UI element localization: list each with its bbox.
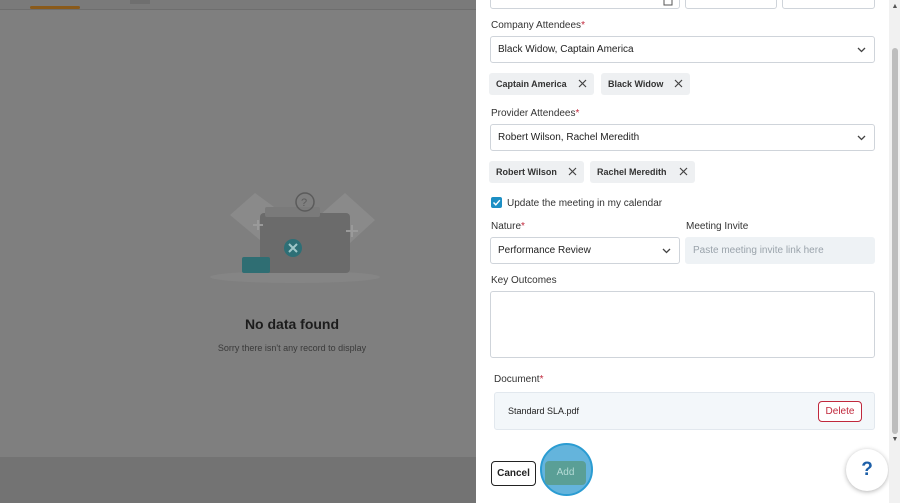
scroll-down-arrow-icon[interactable]: ▼ [891, 436, 899, 444]
meeting-invite-placeholder: Paste meeting invite link here [693, 245, 824, 256]
date-field[interactable] [490, 0, 680, 9]
remove-chip-icon[interactable] [568, 167, 577, 176]
key-outcomes-textarea[interactable] [490, 291, 875, 358]
chip-captain-america: Captain America [489, 73, 594, 95]
calendar-sync-checkbox[interactable] [491, 197, 502, 208]
company-attendees-value: Black Widow, Captain America [498, 44, 634, 55]
empty-state-illustration: ? [210, 192, 380, 283]
provider-attendees-label: Provider Attendees* [491, 108, 580, 119]
start-time-field[interactable] [685, 0, 777, 9]
svg-text:?: ? [301, 197, 307, 209]
document-file-name: Standard SLA.pdf [508, 406, 580, 416]
empty-state-subtitle: Sorry there isn't any record to display [217, 343, 367, 353]
chip-black-widow: Black Widow [601, 73, 690, 95]
key-outcomes-label: Key Outcomes [491, 275, 557, 286]
provider-attendees-select[interactable]: Robert Wilson, Rachel Meredith [490, 124, 875, 151]
delete-document-button[interactable]: Delete [818, 401, 862, 422]
nature-select[interactable]: Performance Review [490, 237, 680, 264]
calendar-sync-label: Update the meeting in my calendar [507, 198, 663, 209]
company-attendees-label: Company Attendees* [491, 20, 585, 31]
empty-state-title: No data found [244, 316, 340, 332]
chevron-down-icon [857, 135, 866, 141]
scrollbar-thumb[interactable] [892, 48, 898, 434]
add-button[interactable]: Add [545, 461, 586, 485]
document-row: Standard SLA.pdf Delete [494, 392, 875, 430]
meeting-invite-label: Meeting Invite [686, 221, 749, 232]
remove-chip-icon[interactable] [674, 79, 683, 88]
nature-value: Performance Review [498, 245, 591, 256]
remove-chip-icon[interactable] [578, 79, 587, 88]
nature-label: Nature* [491, 221, 525, 232]
chip-rachel-meredith: Rachel Meredith [590, 161, 695, 183]
background-tab [130, 0, 150, 4]
cancel-button[interactable]: Cancel [491, 461, 536, 486]
chip-robert-wilson: Robert Wilson [489, 161, 584, 183]
provider-attendees-value: Robert Wilson, Rachel Meredith [498, 132, 640, 143]
end-time-field[interactable] [782, 0, 875, 9]
calendar-icon[interactable] [663, 0, 673, 6]
help-button[interactable]: ? [846, 449, 888, 491]
chevron-down-icon [857, 47, 866, 53]
document-label: Document* [494, 374, 544, 385]
background-active-tab-indicator [30, 6, 80, 9]
remove-chip-icon[interactable] [679, 167, 688, 176]
scroll-up-arrow-icon[interactable]: ▲ [891, 3, 899, 11]
chevron-down-icon [662, 248, 671, 254]
meeting-invite-input[interactable]: Paste meeting invite link here [685, 237, 875, 264]
company-attendees-select[interactable]: Black Widow, Captain America [490, 36, 875, 63]
checkmark-icon [493, 199, 501, 206]
